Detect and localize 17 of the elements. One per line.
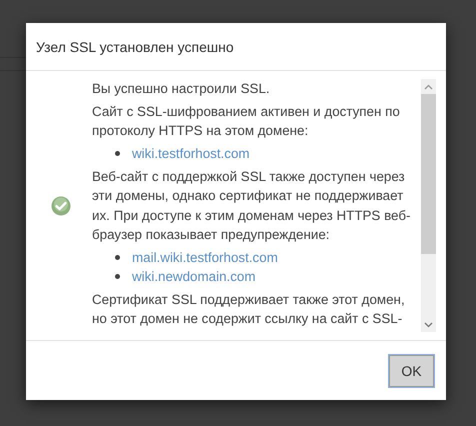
scrollbar-thumb[interactable] (421, 94, 436, 254)
message-text: Сайт с SSL-шифрованием активен и доступен по протоколу HTTPS на этом домене: (92, 102, 401, 140)
bullet-icon (115, 150, 120, 156)
message-text: Сертификат SSL поддерживает также этот домен, но этот домен не содержит ссылку на сайт с SSL- (92, 290, 406, 328)
scroll-up-icon[interactable] (424, 84, 433, 90)
scroll-down-icon[interactable] (424, 322, 433, 328)
domain-link[interactable]: wiki.newdomain.com (132, 268, 256, 284)
check-icon (51, 196, 71, 216)
ok-button[interactable]: OK (389, 354, 434, 386)
domain-link[interactable]: wiki.testforhost.com (132, 146, 250, 160)
bullet-icon (115, 254, 120, 260)
message-text: Веб-сайт с поддержкой SSL также доступен через эти домены, однако сертификат не поддерживает их. При доступе к этим доменам через HTTPS веб-браузер показывает предупреждение: (92, 168, 412, 244)
domain-link[interactable]: mail.wiki.testforhost.com (132, 250, 278, 264)
message-text: Вы успешно настроили SSL. (92, 80, 271, 98)
bullet-icon (115, 274, 120, 278)
scrollbar[interactable] (421, 79, 436, 332)
dialog-title: Узел SSL установлен успешно (36, 38, 234, 54)
